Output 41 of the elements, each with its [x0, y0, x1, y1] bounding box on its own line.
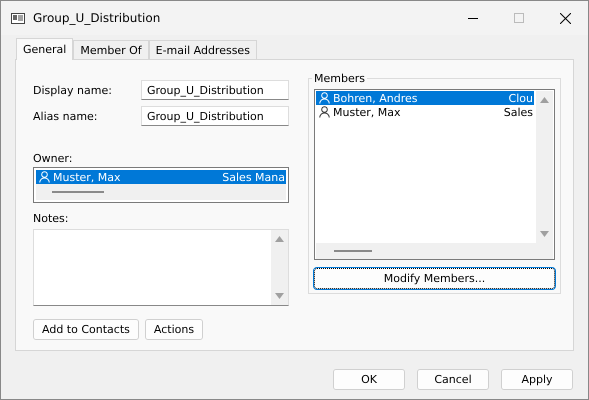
tab[interactable]: General	[16, 38, 74, 60]
list-row[interactable]: Muster, Max Sales	[316, 105, 534, 119]
action-button[interactable]: Actions	[144, 319, 204, 340]
window-title: Group_U_Distribution	[33, 11, 162, 25]
tab[interactable]: E-mail Addresses	[148, 40, 257, 59]
contact-title: Sales	[504, 106, 534, 118]
text-field[interactable]: Group_U_Distribution	[141, 80, 289, 100]
contact-title: Clou	[508, 92, 534, 104]
contact-name: Bohren, Andres	[333, 92, 419, 104]
contact-title: Sales Mana	[222, 170, 286, 184]
scroll-up-icon[interactable]	[540, 97, 549, 103]
owner-list[interactable]: Muster, Max Sales Mana	[33, 167, 289, 203]
field-label: Notes:	[33, 212, 70, 225]
field-label: Display name:	[33, 84, 113, 96]
scrollbar-thumb[interactable]	[334, 250, 372, 252]
notes-field[interactable]	[33, 229, 289, 306]
action-button[interactable]: Add to Contacts	[33, 319, 139, 340]
dialog-button[interactable]: Apply	[501, 369, 573, 390]
field-label: Owner:	[33, 152, 74, 165]
modify-members-button[interactable]: Modify Members...	[314, 268, 555, 289]
scrollbar-thumb[interactable]	[52, 191, 104, 193]
card-icon	[11, 12, 25, 24]
person-icon	[319, 92, 330, 104]
tab[interactable]: Member Of	[73, 40, 149, 59]
close-icon[interactable]	[560, 12, 570, 24]
members-list[interactable]: Bohren, Andres Clou Muster, Max Sales	[314, 89, 555, 260]
dialog-button[interactable]: Cancel	[417, 369, 489, 390]
dialog-button[interactable]: OK	[333, 369, 405, 390]
scroll-down-icon[interactable]	[275, 293, 284, 299]
scroll-up-icon[interactable]	[275, 236, 284, 242]
maximize-icon[interactable]	[514, 13, 524, 23]
contact-name: Muster, Max	[53, 170, 122, 184]
text-field[interactable]: Group_U_Distribution	[141, 106, 289, 126]
person-icon	[39, 171, 50, 183]
contact-name: Muster, Max	[333, 106, 402, 118]
list-row[interactable]: Bohren, Andres Clou	[316, 91, 534, 105]
list-row[interactable]: Muster, Max Sales Mana	[36, 170, 286, 184]
group-label: Members	[313, 72, 366, 85]
scroll-down-icon[interactable]	[540, 231, 549, 237]
person-icon	[319, 106, 330, 118]
field-label: Alias name:	[33, 110, 99, 122]
